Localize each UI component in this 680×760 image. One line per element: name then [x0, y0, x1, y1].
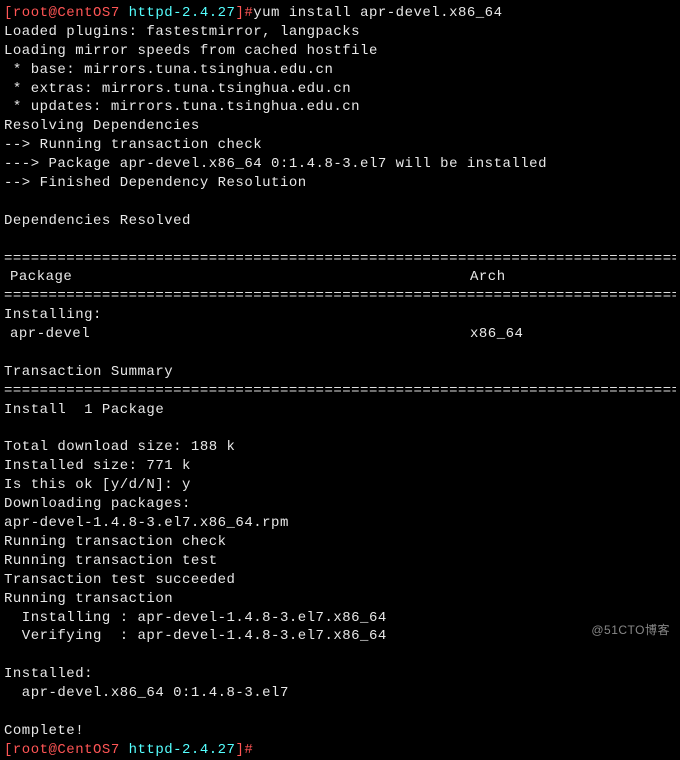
- command-text: yum install apr-devel.x86_64: [253, 5, 502, 21]
- complete: Complete!: [4, 722, 676, 741]
- output-loading-mirror: Loading mirror speeds from cached hostfi…: [4, 42, 676, 61]
- install-count: Install 1 Package: [4, 401, 676, 420]
- output-resolving: Resolving Dependencies: [4, 117, 676, 136]
- installed-pkg: apr-devel.x86_64 0:1.4.8-3.el7: [4, 684, 676, 703]
- blank-line: [4, 646, 676, 665]
- run-tx-test: Running transaction test: [4, 552, 676, 571]
- run-tx-check: Running transaction check: [4, 533, 676, 552]
- prompt-line-2[interactable]: [root@CentOS7 httpd-2.4.27]#: [4, 741, 676, 760]
- header-arch: Arch: [470, 268, 676, 287]
- blank-line: [4, 703, 676, 722]
- output-mirror-extras: * extras: mirrors.tuna.tsinghua.edu.cn: [4, 80, 676, 99]
- installed-label: Installed:: [4, 665, 676, 684]
- tx-summary: Transaction Summary: [4, 363, 676, 382]
- prompt-dir: httpd-2.4.27: [120, 5, 236, 21]
- confirm-prompt[interactable]: Is this ok [y/d/N]: y: [4, 476, 676, 495]
- divider: ========================================…: [4, 382, 676, 401]
- prompt-line-1: [root@CentOS7 httpd-2.4.27]#yum install …: [4, 4, 676, 23]
- output-pkg-line: ---> Package apr-devel.x86_64 0:1.4.8-3.…: [4, 155, 676, 174]
- section-installing: Installing:: [4, 306, 676, 325]
- output-mirror-base: * base: mirrors.tuna.tsinghua.edu.cn: [4, 61, 676, 80]
- table-row: apr-devel x86_64: [4, 325, 676, 344]
- header-package: Package: [4, 268, 470, 287]
- output-mirror-updates: * updates: mirrors.tuna.tsinghua.edu.cn: [4, 98, 676, 117]
- prompt-user-host: [root@CentOS7: [4, 742, 120, 758]
- download-size: Total download size: 188 k: [4, 438, 676, 457]
- downloading: Downloading packages:: [4, 495, 676, 514]
- prompt-sep: ]#: [235, 5, 253, 21]
- blank-line: [4, 344, 676, 363]
- output-deps-resolved: Dependencies Resolved: [4, 212, 676, 231]
- verifying-pkg: Verifying : apr-devel-1.4.8-3.el7.x86_64: [4, 627, 676, 646]
- blank-line: [4, 231, 676, 250]
- blank-line: [4, 420, 676, 439]
- prompt-sep: ]#: [235, 742, 253, 758]
- cell-package: apr-devel: [4, 325, 470, 344]
- prompt-dir: httpd-2.4.27: [120, 742, 236, 758]
- prompt-user-host: [root@CentOS7: [4, 5, 120, 21]
- tx-test-ok: Transaction test succeeded: [4, 571, 676, 590]
- cell-arch: x86_64: [470, 325, 676, 344]
- divider: ========================================…: [4, 250, 676, 269]
- divider: ========================================…: [4, 287, 676, 306]
- table-header: Package Arch: [4, 268, 676, 287]
- rpm-file: apr-devel-1.4.8-3.el7.x86_64.rpm: [4, 514, 676, 533]
- installing-pkg: Installing : apr-devel-1.4.8-3.el7.x86_6…: [4, 609, 676, 628]
- blank-line: [4, 193, 676, 212]
- output-finished: --> Finished Dependency Resolution: [4, 174, 676, 193]
- output-loaded-plugins: Loaded plugins: fastestmirror, langpacks: [4, 23, 676, 42]
- watermark: @51CTO博客: [591, 622, 670, 638]
- output-running-check: --> Running transaction check: [4, 136, 676, 155]
- installed-size: Installed size: 771 k: [4, 457, 676, 476]
- run-tx: Running transaction: [4, 590, 676, 609]
